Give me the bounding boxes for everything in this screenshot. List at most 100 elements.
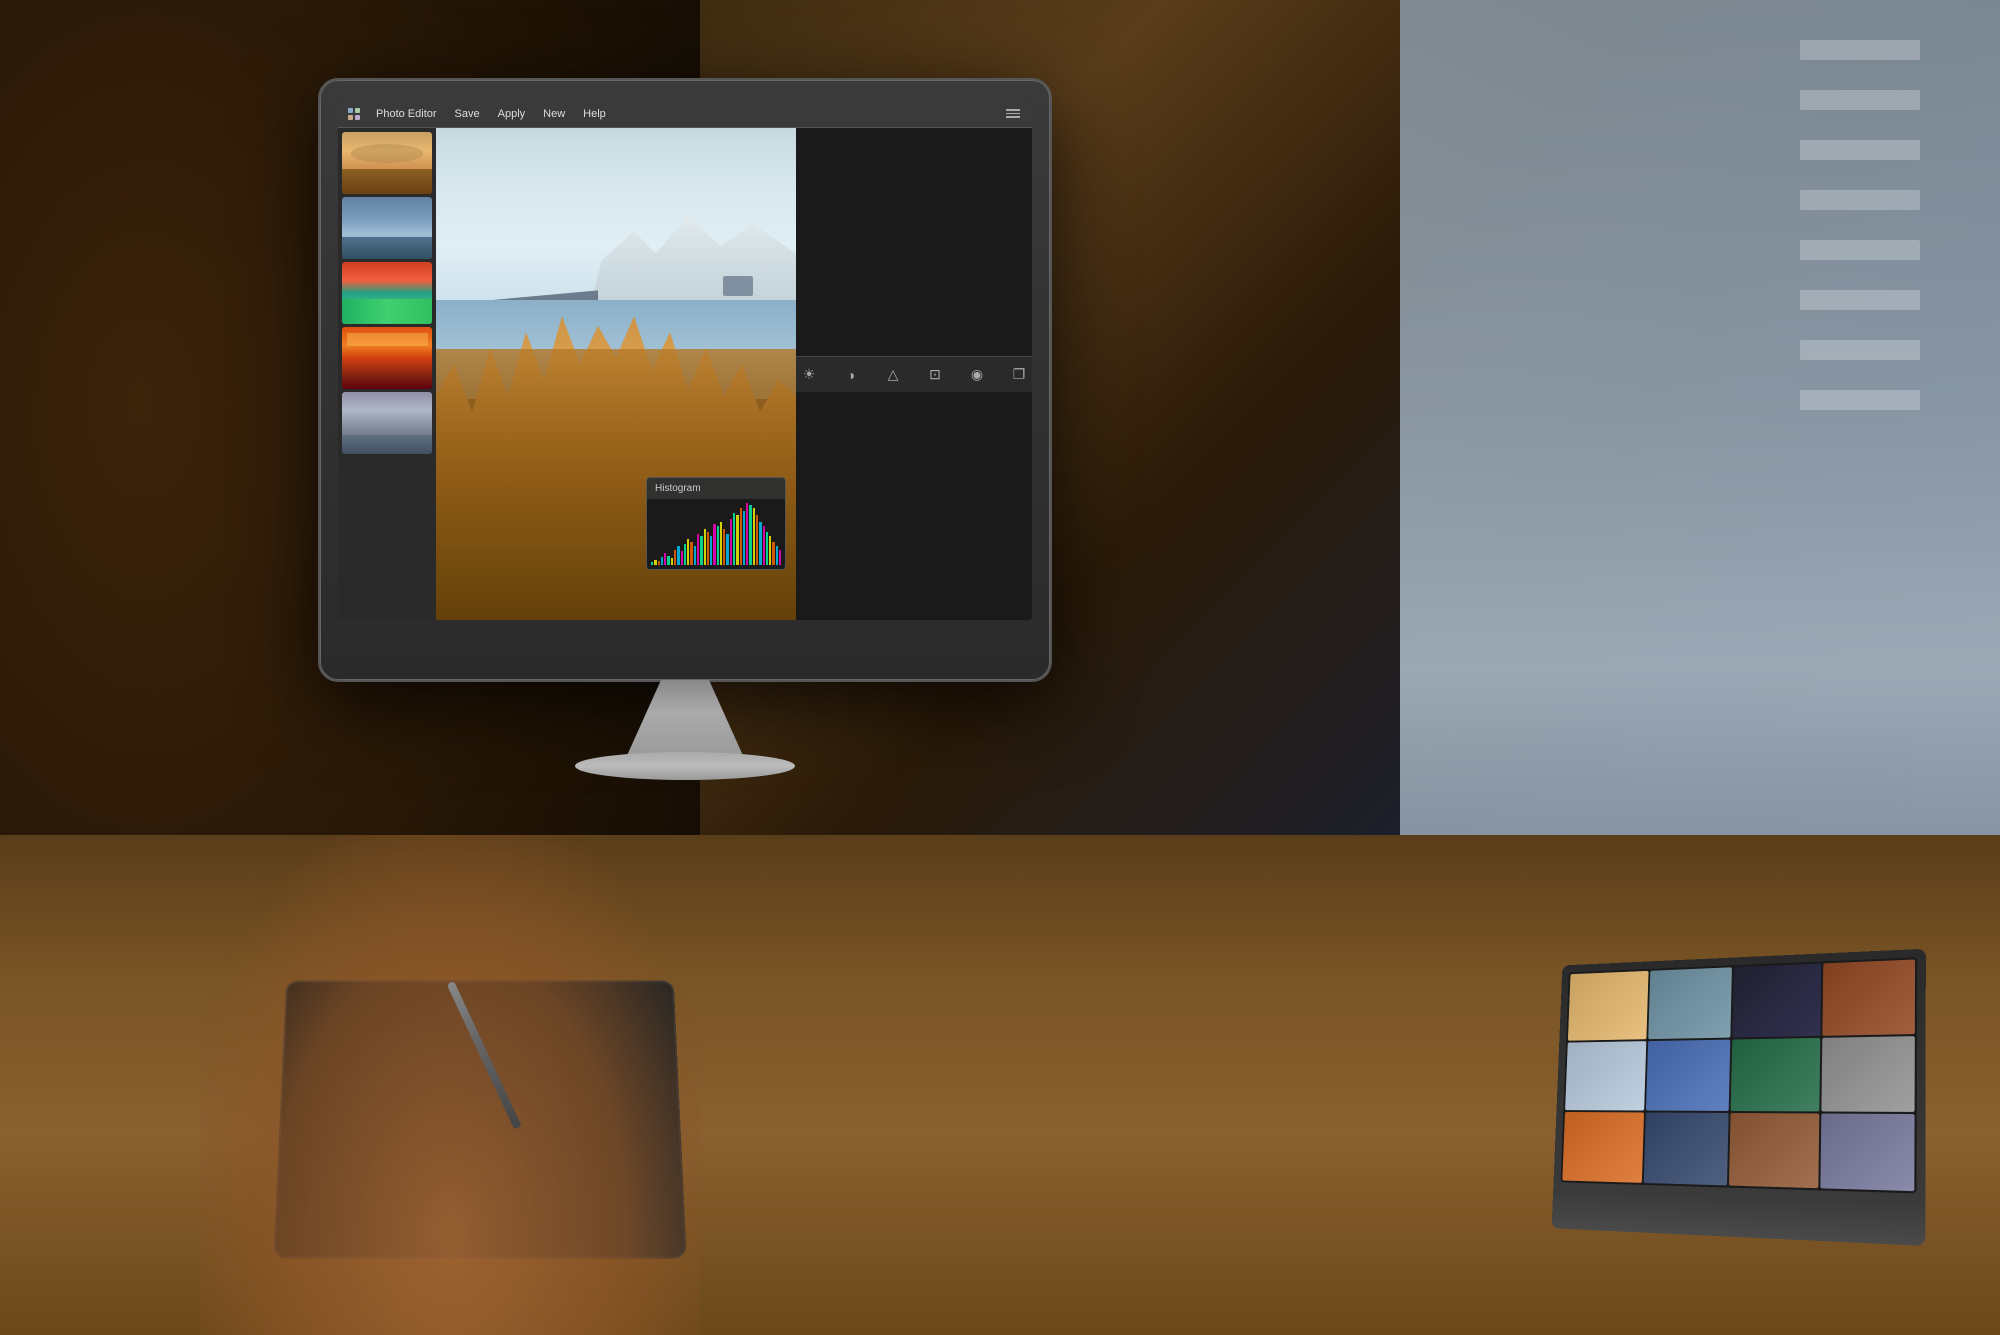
laptop-photo — [1568, 971, 1648, 1041]
landscape-building — [723, 276, 753, 296]
histogram-bar — [661, 557, 663, 565]
histogram-bar — [769, 536, 771, 565]
hamburger-line — [1006, 113, 1020, 115]
histogram-bar — [687, 539, 689, 565]
brightness-tool[interactable]: ☀ — [796, 362, 822, 388]
menu-bar: Photo Editor Save Apply New Help — [338, 100, 1032, 128]
thumbnail-1[interactable] — [342, 132, 432, 194]
blind-stripe — [1800, 90, 1920, 110]
histogram-bar — [740, 508, 742, 565]
thumbnail-sidebar — [338, 128, 436, 620]
hand-arm — [200, 835, 700, 1335]
histogram-bar — [658, 561, 660, 565]
thumbnail-3[interactable] — [342, 262, 432, 324]
histogram-bar — [763, 526, 765, 565]
laptop-photo — [1645, 1040, 1730, 1111]
photo-editor-app: Photo Editor Save Apply New Help — [338, 100, 1032, 620]
menu-new[interactable]: New — [535, 105, 573, 123]
hamburger-line — [1006, 116, 1020, 118]
histogram-bar — [756, 515, 758, 565]
bottom-toolbar: ☀ ◑ △ ⊡ ◉ ❐ — [796, 356, 1032, 392]
laptop-photo — [1648, 967, 1732, 1039]
laptop-photo — [1643, 1112, 1728, 1185]
laptop-photo — [1732, 963, 1821, 1037]
histogram-bar — [654, 560, 656, 565]
histogram-bar — [720, 522, 722, 565]
main-canvas[interactable]: Histogram ☀ ◑ △ ⊡ ◉ — [436, 128, 1032, 620]
histogram-bar — [694, 546, 696, 565]
app-content: Histogram ☀ ◑ △ ⊡ ◉ — [338, 128, 1032, 620]
histogram-title: Histogram — [647, 478, 785, 499]
laptop-screen — [1560, 957, 1917, 1193]
main-image: Histogram — [436, 128, 796, 620]
hamburger-line — [1006, 109, 1020, 111]
menu-help[interactable]: Help — [575, 105, 614, 123]
laptop-photo — [1820, 1114, 1915, 1192]
laptop-photo — [1731, 1038, 1820, 1112]
thumbnail-5[interactable] — [342, 392, 432, 454]
laptop — [1552, 949, 1926, 1246]
histogram-bar — [681, 551, 683, 565]
histogram-bar — [690, 542, 692, 565]
histogram-bar — [700, 536, 702, 565]
histogram-bar — [717, 526, 719, 565]
layers-tool[interactable]: ❐ — [1006, 362, 1032, 388]
blind-stripe — [1800, 290, 1920, 310]
histogram-bar — [684, 544, 686, 565]
thumbnail-4[interactable] — [342, 327, 432, 389]
histogram-bar — [723, 529, 725, 565]
histogram-bar — [713, 524, 715, 565]
histogram-bar — [753, 508, 755, 565]
histogram-bar — [710, 536, 712, 565]
monitor-base — [575, 752, 795, 780]
laptop-photo — [1821, 1036, 1915, 1112]
menu-app-title[interactable]: Photo Editor — [368, 105, 445, 123]
monitor-screen: Photo Editor Save Apply New Help — [338, 100, 1032, 620]
histogram-bar — [704, 529, 706, 565]
blind-stripe — [1800, 190, 1920, 210]
histogram-bar — [667, 556, 669, 565]
menu-save[interactable]: Save — [447, 105, 488, 123]
histogram-chart — [647, 499, 785, 569]
histogram-bar — [766, 532, 768, 565]
histogram-panel[interactable]: Histogram — [646, 477, 786, 570]
histogram-bar — [749, 505, 751, 565]
histogram-bar — [707, 532, 709, 565]
histogram-bar — [772, 542, 774, 565]
histogram-bar — [671, 558, 673, 565]
app-icon — [346, 106, 362, 122]
contrast-tool[interactable]: ◑ — [838, 362, 864, 388]
histogram-bar — [697, 534, 699, 565]
histogram-bar — [730, 519, 732, 566]
blind-stripe — [1800, 140, 1920, 160]
laptop-photo — [1565, 1041, 1646, 1110]
blind-stripe — [1800, 40, 1920, 60]
preview-tool[interactable]: ◉ — [964, 362, 990, 388]
laptop-photo — [1822, 959, 1915, 1035]
thumbnail-2[interactable] — [342, 197, 432, 259]
laptop-lid — [1553, 949, 1926, 1203]
histogram-bar — [779, 550, 781, 566]
histogram-bar — [743, 511, 745, 565]
blind-stripe — [1800, 390, 1920, 410]
histogram-bar — [677, 546, 679, 565]
histogram-bar — [664, 553, 666, 565]
histogram-bar — [733, 513, 735, 565]
blind-stripe — [1800, 240, 1920, 260]
laptop-photo — [1729, 1113, 1819, 1188]
histogram-bar — [776, 546, 778, 565]
window-blinds — [1800, 0, 1920, 700]
blind-stripe — [1800, 340, 1920, 360]
histogram-bar — [651, 562, 653, 565]
tone-tool[interactable]: △ — [880, 362, 906, 388]
monitor: Photo Editor Save Apply New Help — [320, 80, 1050, 680]
laptop-photo — [1562, 1112, 1643, 1183]
histogram-bars — [651, 503, 781, 565]
histogram-bar — [736, 515, 738, 565]
crop-tool[interactable]: ⊡ — [922, 362, 948, 388]
histogram-bar — [674, 550, 676, 566]
menu-apply[interactable]: Apply — [490, 105, 534, 123]
menu-hamburger-button[interactable] — [1002, 105, 1024, 122]
histogram-bar — [726, 534, 728, 565]
histogram-bar — [746, 503, 748, 565]
